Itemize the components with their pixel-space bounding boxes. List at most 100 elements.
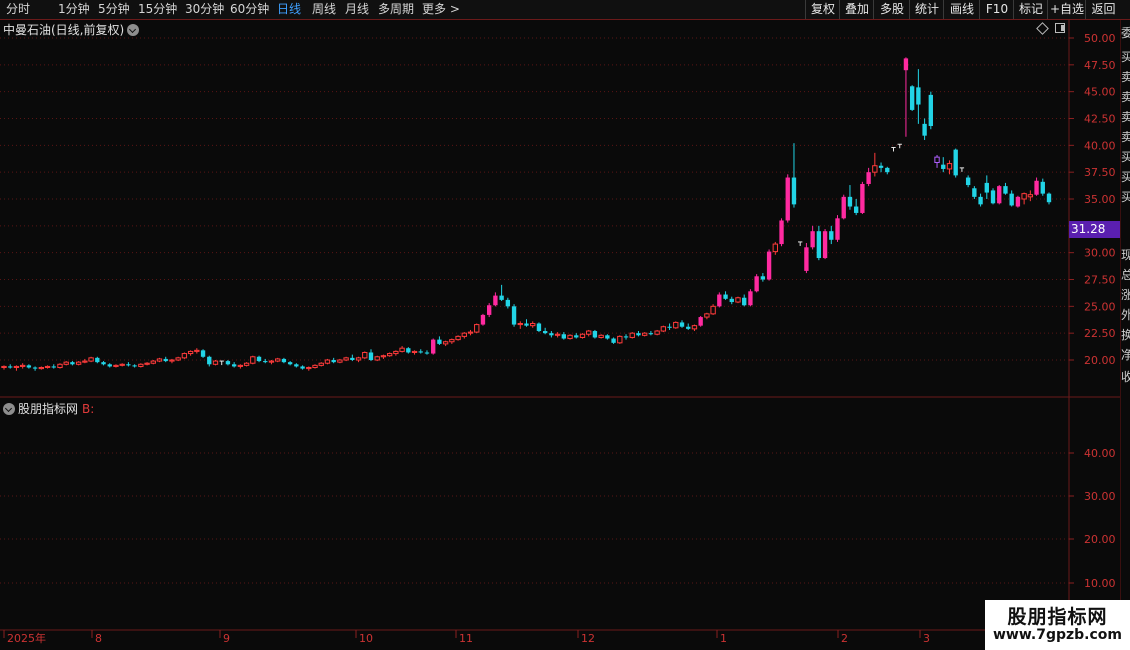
candle-body (623, 336, 629, 338)
candle (922, 118, 927, 140)
candle-body (75, 361, 82, 365)
price-chart[interactable]: 50.0047.5045.0042.5040.0037.5035.0032.50… (0, 0, 1130, 650)
candle (132, 364, 137, 368)
candle (406, 347, 411, 354)
candle (126, 362, 131, 367)
candle (374, 355, 380, 362)
candle-body (101, 362, 106, 365)
candle (51, 364, 56, 369)
candle (629, 332, 635, 339)
sidebar-char: 卖 (1121, 130, 1130, 144)
candle (853, 199, 859, 216)
candle-body (934, 156, 940, 164)
candle (181, 352, 188, 359)
candle-body (611, 338, 616, 343)
candle (207, 355, 212, 367)
candle (337, 358, 343, 364)
candle (779, 218, 784, 247)
candle (542, 327, 548, 335)
candle-body (1040, 181, 1045, 194)
chevron-down-icon[interactable] (127, 24, 140, 36)
candle (138, 363, 144, 368)
date-tick-label: 11 (459, 632, 473, 645)
candle-body (150, 360, 156, 364)
candle-body (406, 348, 411, 353)
candle-body (8, 366, 13, 368)
date-tick-label: 2025年 (7, 631, 46, 645)
candle-body (200, 350, 206, 357)
candle-body (586, 330, 592, 335)
stock-title: 中曼石油(日线,前复权) (3, 23, 125, 37)
candle-body (990, 190, 996, 204)
watermark-title: 股朋指标网 (1007, 606, 1108, 628)
candle (250, 355, 256, 365)
candle (617, 335, 623, 344)
candle-body (629, 332, 635, 338)
candle (187, 350, 194, 356)
candle-body (19, 364, 26, 367)
candle-body (654, 330, 660, 335)
candle (710, 304, 716, 315)
candle-body (704, 313, 710, 318)
candle (866, 167, 871, 187)
candle-body (331, 360, 336, 363)
candle (82, 358, 88, 364)
candle (598, 334, 604, 339)
panel-toggle-icon[interactable] (1055, 23, 1065, 33)
candle-body (268, 360, 275, 363)
candle (860, 181, 865, 215)
chevron-down-icon[interactable] (3, 403, 15, 415)
candle-body (686, 326, 691, 329)
candle-body (1034, 180, 1039, 195)
candle-body (972, 188, 977, 197)
candle-body (119, 363, 125, 366)
candle (8, 364, 13, 369)
candle-body (816, 231, 822, 259)
candle (194, 348, 200, 354)
candle (941, 157, 946, 173)
candle (549, 331, 554, 338)
candle (984, 175, 989, 199)
candle-body (903, 58, 909, 71)
price-tick-label: 45.00 (1084, 86, 1116, 99)
candle-body (866, 172, 871, 184)
candle (1, 365, 7, 370)
candle-body (754, 276, 759, 292)
candle (101, 361, 106, 366)
candle (928, 91, 933, 130)
candle (281, 357, 287, 364)
candle-body (306, 367, 312, 370)
candle-body (885, 167, 890, 173)
candle-body (766, 251, 772, 280)
candle (934, 154, 940, 168)
candle (312, 364, 318, 369)
candle-body (88, 357, 94, 362)
candle (175, 356, 181, 362)
candle (698, 315, 703, 327)
candle-body (605, 335, 610, 339)
candle (1040, 178, 1045, 196)
candle-body (648, 333, 654, 335)
candle (691, 324, 698, 332)
indicator-series-label: B: (82, 402, 95, 416)
candle (256, 355, 262, 363)
candle-body (156, 358, 163, 362)
candle-body (13, 365, 20, 369)
candle-body (679, 322, 685, 327)
candle (300, 365, 305, 370)
candle (113, 364, 119, 368)
sidebar-char: 收 (1121, 370, 1130, 384)
candle-body (144, 362, 150, 365)
candle-body (312, 364, 318, 369)
candle-body (735, 297, 741, 303)
candle-body (941, 164, 946, 169)
candle-body (530, 323, 536, 327)
candle-body (169, 359, 175, 362)
candle-body (187, 350, 194, 355)
candle-body (549, 333, 554, 336)
candle-body (350, 357, 355, 360)
date-tick-label: 3 (923, 632, 930, 645)
date-tick-label: 8 (95, 632, 102, 645)
candle-body (70, 362, 75, 365)
candle (1034, 177, 1039, 196)
